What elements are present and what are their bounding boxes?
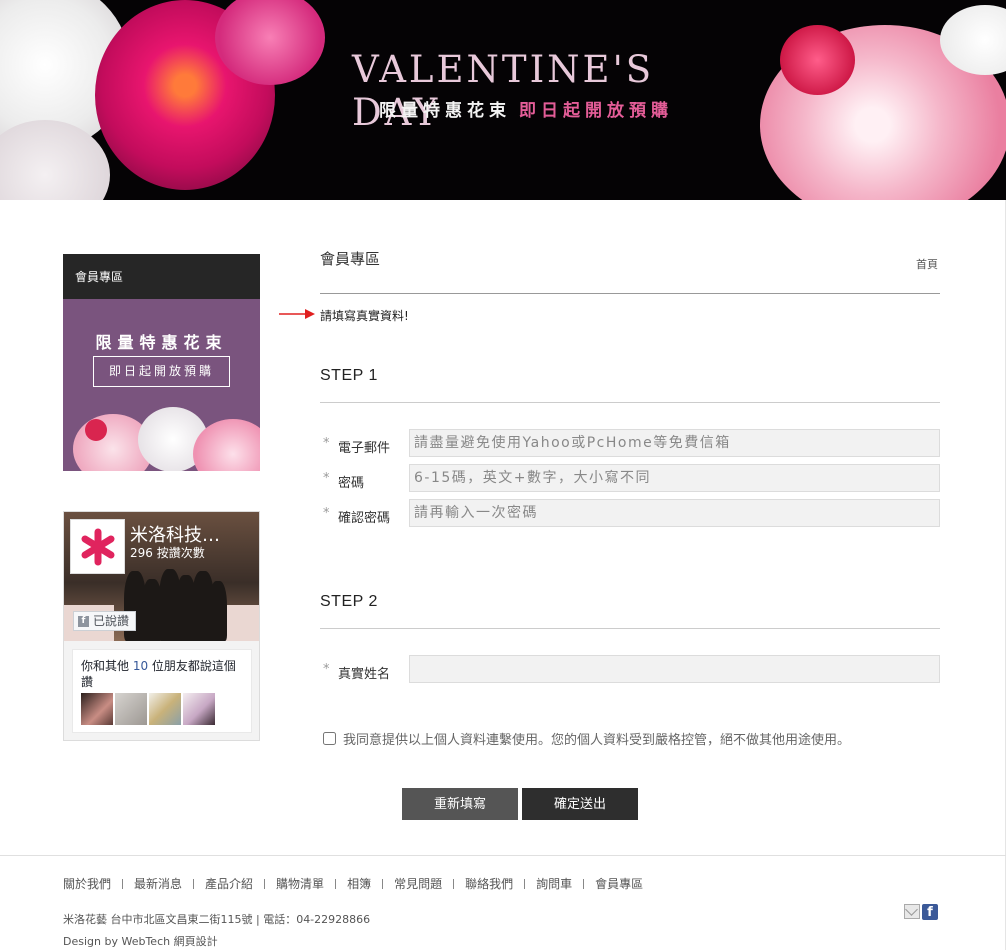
real-name-field[interactable] xyxy=(409,655,940,683)
fb-cover-photo: 米洛科技… 296 按讚次數 f 已說讚 xyxy=(64,512,259,641)
asterisk-logo-icon xyxy=(81,528,114,565)
red-arrow-icon xyxy=(279,309,315,319)
agree-text: 我同意提供以上個人資料連繫使用。您的個人資料受到嚴格控管，絕不做其他用途使用。 xyxy=(343,733,851,748)
footer-design-credit[interactable]: Design by WebTech 網頁設計 xyxy=(63,933,218,949)
friends-pre: 你和其他 xyxy=(81,659,133,673)
step1-heading: STEP 1 xyxy=(320,367,378,384)
footer-link-contact[interactable]: 聯絡我們 xyxy=(453,878,524,890)
agree-checkbox[interactable] xyxy=(323,732,336,745)
fb-friends-text: 你和其他 10 位朋友都說這個讚 xyxy=(81,658,246,690)
step2-heading: STEP 2 xyxy=(320,593,378,610)
real-name-label: 真實姓名 xyxy=(338,667,391,682)
confirm-password-label: 確認密碼 xyxy=(338,511,391,526)
footer-social-icons: f xyxy=(904,904,938,920)
step2-divider xyxy=(320,628,940,629)
password-label: 密碼 xyxy=(338,476,365,491)
footer-divider xyxy=(0,855,1006,856)
footer-link-about[interactable]: 關於我們 xyxy=(63,878,122,890)
mail-icon[interactable] xyxy=(904,904,920,919)
fb-liked-label: 已說讚 xyxy=(93,614,130,628)
cover-person xyxy=(209,581,227,641)
footer-nav: 關於我們 最新消息 產品介紹 購物清單 相簿 常見問題 聯絡我們 詢問車 會員專… xyxy=(63,878,654,890)
required-mark: * xyxy=(323,662,330,677)
breadcrumb-home-link[interactable]: 首頁 xyxy=(916,256,938,272)
avatar[interactable] xyxy=(81,693,113,725)
banner-subtitle: 限量特惠花束 即日起開放預購 xyxy=(379,96,673,121)
banner-title: VALENTINE'S DAY xyxy=(352,48,655,134)
footer-link-news[interactable]: 最新消息 xyxy=(122,878,193,890)
facebook-f-icon: f xyxy=(78,615,89,627)
fb-friends-box: 你和其他 10 位朋友都說這個讚 xyxy=(72,649,252,733)
step1-divider xyxy=(320,402,940,403)
password-field[interactable] xyxy=(409,464,940,492)
fill-real-data-note: 請填寫真實資料! xyxy=(320,309,409,323)
footer-link-inquiry-cart[interactable]: 詢問車 xyxy=(524,878,583,890)
footer-link-member[interactable]: 會員專區 xyxy=(583,878,654,890)
email-field[interactable] xyxy=(409,429,940,457)
required-mark: * xyxy=(323,506,330,521)
reset-button[interactable]: 重新填寫 xyxy=(402,788,518,820)
promo-box: 即日起開放預購 xyxy=(93,356,230,387)
sidebar-promo-ad[interactable]: 限量特惠花束 即日起開放預購 xyxy=(63,299,260,471)
page-title: 會員專區 xyxy=(320,250,381,268)
agree-checkbox-row[interactable]: 我同意提供以上個人資料連繫使用。您的個人資料受到嚴格控管，絕不做其他用途使用。 xyxy=(323,729,850,748)
fb-liked-button[interactable]: f 已說讚 xyxy=(73,611,137,631)
footer-link-faq[interactable]: 常見問題 xyxy=(382,878,453,890)
email-label: 電子郵件 xyxy=(338,441,391,456)
facebook-page-widget[interactable]: 米洛科技… 296 按讚次數 f 已說讚 你和其他 10 位朋友都說這個讚 xyxy=(63,511,260,741)
promo-title: 限量特惠花束 xyxy=(95,333,228,352)
avatar[interactable] xyxy=(115,693,147,725)
hero-banner: VALENTINE'S DAY 限量特惠花束 即日起開放預購 xyxy=(0,0,1006,200)
banner-subtitle-pink: 即日起開放預購 xyxy=(519,101,673,121)
banner-flower-right-magenta xyxy=(780,25,855,95)
sidebar-header: 會員專區 xyxy=(63,254,260,299)
promo-flower xyxy=(85,419,107,441)
banner-subtitle-white: 限量特惠花束 xyxy=(379,101,511,121)
facebook-icon[interactable]: f xyxy=(922,904,938,920)
friend-avatars xyxy=(81,693,215,725)
avatar[interactable] xyxy=(183,693,215,725)
friends-count[interactable]: 10 xyxy=(133,659,148,673)
confirm-password-field[interactable] xyxy=(409,499,940,527)
footer-address: 米洛花藝 台中市北區文昌東二街115號 | 電話：04-22928866 xyxy=(63,913,371,926)
required-mark: * xyxy=(323,471,330,486)
avatar[interactable] xyxy=(149,693,181,725)
required-mark: * xyxy=(323,436,330,451)
title-divider xyxy=(320,293,940,294)
footer-link-album[interactable]: 相簿 xyxy=(335,878,382,890)
page-logo[interactable] xyxy=(70,519,125,574)
fb-like-count: 296 按讚次數 xyxy=(130,546,205,560)
submit-button[interactable]: 確定送出 xyxy=(522,788,638,820)
footer-link-cart-list[interactable]: 購物清單 xyxy=(264,878,335,890)
footer-link-products[interactable]: 產品介紹 xyxy=(193,878,264,890)
